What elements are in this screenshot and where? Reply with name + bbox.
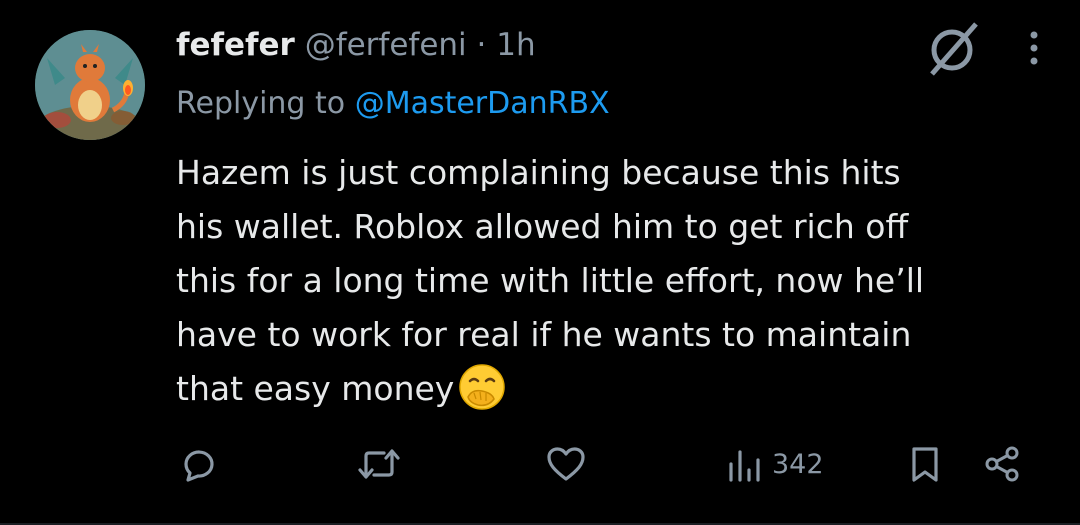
tweet-text: Hazem is just complaining because this h… xyxy=(176,153,925,408)
share-button[interactable] xyxy=(982,444,1022,484)
views-icon xyxy=(726,444,762,484)
avatar-image xyxy=(35,30,145,140)
timestamp[interactable]: 1h xyxy=(496,27,535,63)
bookmark-button[interactable] xyxy=(908,444,942,484)
tweet: fefefer @ferfefeni · 1h Replying to @Mas… xyxy=(0,0,1080,525)
bookmark-icon xyxy=(908,444,942,484)
more-options-icon[interactable] xyxy=(1028,28,1040,68)
views-count: 342 xyxy=(772,448,824,480)
retweet-button[interactable] xyxy=(356,444,402,484)
retweet-icon xyxy=(356,444,402,484)
tweet-header: fefefer @ferfefeni · 1h xyxy=(176,25,536,65)
avatar[interactable] xyxy=(35,30,145,140)
reply-icon xyxy=(178,444,218,484)
like-button[interactable] xyxy=(544,444,588,484)
display-name[interactable]: fefefer xyxy=(176,27,295,63)
share-icon xyxy=(982,444,1022,484)
tweet-body: Hazem is just complaining because this h… xyxy=(176,146,1036,416)
separator-dot: · xyxy=(476,27,487,63)
like-icon xyxy=(544,444,588,484)
top-actions xyxy=(924,20,1040,76)
views-button[interactable]: 342 xyxy=(726,444,824,484)
action-bar: 342 xyxy=(178,444,1038,488)
face-with-hand-over-mouth-icon xyxy=(458,363,506,411)
replying-to: Replying to @MasterDanRBX xyxy=(176,84,610,124)
grok-icon[interactable] xyxy=(924,20,982,76)
reply-button[interactable] xyxy=(178,444,218,484)
replying-to-label: Replying to xyxy=(176,86,346,121)
user-handle[interactable]: @ferfefeni xyxy=(305,27,467,63)
reply-mention-link[interactable]: @MasterDanRBX xyxy=(355,86,610,121)
